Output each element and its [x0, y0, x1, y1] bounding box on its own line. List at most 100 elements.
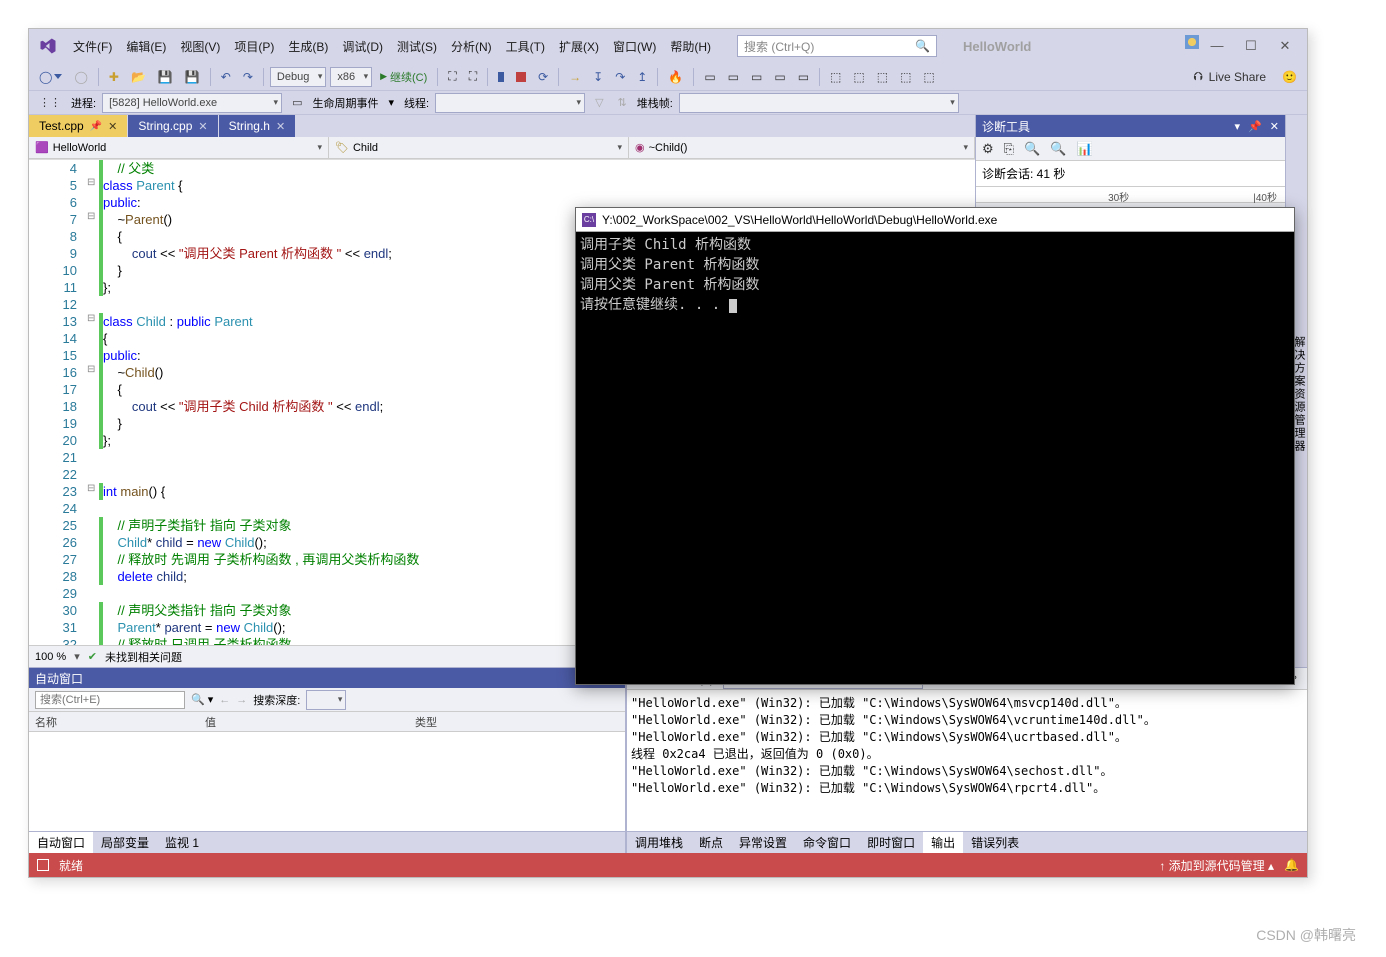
threads-icon[interactable]: ⇅	[614, 94, 631, 111]
open-icon[interactable]: 📂	[127, 68, 150, 86]
depth-dropdown[interactable]	[306, 690, 346, 710]
thread-dropdown[interactable]	[435, 93, 585, 113]
step-out-icon[interactable]: ↥	[633, 68, 651, 86]
menu-item[interactable]: 分析(N)	[445, 34, 498, 59]
nav-class-dropdown[interactable]: 🏷Child	[329, 137, 629, 158]
save-all-icon[interactable]: 💾	[181, 68, 204, 86]
save-icon[interactable]: 💾	[154, 68, 177, 86]
layout-4-icon[interactable]: ▭	[770, 68, 789, 86]
panel-tab[interactable]: 命令窗口	[795, 832, 859, 853]
panel-tab[interactable]: 断点	[691, 832, 731, 853]
reset-zoom-icon[interactable]: 📊	[1076, 141, 1092, 157]
console-title-bar[interactable]: C:\ Y:\002_WorkSpace\002_VS\HelloWorld\H…	[576, 208, 1294, 232]
zoom-in-icon[interactable]: 🔍	[1024, 141, 1040, 157]
gear-icon[interactable]: ⚙	[982, 141, 994, 157]
new-project-icon[interactable]: ✚	[105, 68, 123, 86]
process-icon[interactable]: ⛶	[444, 67, 460, 86]
menu-item[interactable]: 项目(P)	[228, 34, 280, 59]
col-type[interactable]: 类型	[409, 712, 443, 731]
autos-search-input[interactable]	[35, 691, 185, 709]
ext-3-icon[interactable]: ⬚	[873, 68, 892, 86]
col-name[interactable]: 名称	[29, 712, 199, 731]
nav-member-dropdown[interactable]: ◉~Child()	[629, 137, 975, 158]
menu-item[interactable]: 生成(B)	[282, 34, 334, 59]
layout-3-icon[interactable]: ▭	[747, 68, 766, 86]
watermark: CSDN @韩曙亮	[1256, 925, 1356, 945]
feedback-icon[interactable]: 🙂	[1278, 68, 1301, 86]
stack-dropdown[interactable]	[679, 93, 959, 113]
nav-scope-dropdown[interactable]: 🟪HelloWorld	[29, 137, 329, 158]
menu-item[interactable]: 帮助(H)	[664, 34, 717, 59]
output-panel: 显示输出来源(S): 调试 ≡ ≡ ≡ ✖ ↩ "HelloWorld.exe"…	[627, 668, 1307, 853]
search-icon[interactable]: 🔍 ▾	[191, 693, 213, 706]
panel-tab[interactable]: 异常设置	[731, 832, 795, 853]
panel-tab[interactable]: 自动窗口	[29, 832, 93, 853]
attach-icon[interactable]: ⛶	[465, 67, 481, 86]
console-window[interactable]: C:\ Y:\002_WorkSpace\002_VS\HelloWorld\H…	[575, 207, 1295, 685]
panel-tab[interactable]: 监视 1	[157, 832, 207, 853]
menu-item[interactable]: 视图(V)	[174, 34, 226, 59]
menu-item[interactable]: 编辑(E)	[120, 34, 172, 59]
quick-search-box[interactable]: 搜索 (Ctrl+Q) 🔍	[737, 35, 937, 57]
close-panel-icon[interactable]: ✕	[1270, 120, 1279, 133]
menu-item[interactable]: 窗口(W)	[607, 34, 662, 59]
hot-reload-icon[interactable]: 🔥	[664, 68, 687, 86]
undo-icon[interactable]: ↶	[217, 68, 235, 86]
exit-icon[interactable]: ⎘	[1004, 141, 1014, 157]
notifications-icon[interactable]: 🔔	[1284, 858, 1299, 872]
redo-icon[interactable]: ↷	[239, 68, 257, 86]
ext-2-icon[interactable]: ⬚	[849, 68, 868, 86]
document-tab[interactable]: String.h✕	[219, 115, 297, 137]
pin-icon[interactable]: 📌	[1248, 120, 1262, 133]
maximize-button[interactable]: ☐	[1235, 35, 1267, 57]
grip-icon[interactable]: ⋮⋮	[35, 94, 65, 111]
output-text[interactable]: "HelloWorld.exe" (Win32): 已加载 "C:\Window…	[627, 690, 1307, 831]
zoom-level[interactable]: 100 %	[35, 651, 66, 663]
layout-5-icon[interactable]: ▭	[794, 68, 813, 86]
source-control-button[interactable]: ↑ 添加到源代码管理 ▴	[1159, 857, 1274, 874]
ext-4-icon[interactable]: ⬚	[896, 68, 915, 86]
continue-button[interactable]: 继续(C)	[376, 67, 431, 87]
panel-tab[interactable]: 局部变量	[93, 832, 157, 853]
menu-item[interactable]: 调试(D)	[336, 34, 389, 59]
document-tab[interactable]: Test.cpp📌✕	[29, 115, 128, 137]
config-dropdown[interactable]: Debug	[270, 67, 326, 87]
user-icon[interactable]	[1185, 35, 1199, 49]
back-button[interactable]: ◯	[35, 68, 66, 86]
layout-1-icon[interactable]: ▭	[700, 68, 719, 86]
ext-1-icon[interactable]: ⬚	[826, 68, 845, 86]
lifecycle-icon[interactable]: ▭	[288, 94, 306, 111]
autos-columns: 名称 值 类型	[29, 712, 625, 732]
forward-button[interactable]: ◯	[70, 68, 91, 86]
restart-icon[interactable]: ⟳	[534, 68, 552, 86]
menu-item[interactable]: 文件(F)	[67, 34, 118, 59]
menu-item[interactable]: 工具(T)	[500, 34, 551, 59]
panel-tab[interactable]: 即时窗口	[859, 832, 923, 853]
process-dropdown[interactable]: [5828] HelloWorld.exe	[102, 93, 282, 113]
panel-tab[interactable]: 调用堆栈	[627, 832, 691, 853]
menu-item[interactable]: 测试(S)	[391, 34, 443, 59]
panel-tab[interactable]: 输出	[923, 832, 963, 853]
filter-icon[interactable]: ▽	[591, 94, 607, 111]
document-tab[interactable]: String.cpp✕	[128, 115, 218, 137]
pause-icon[interactable]	[494, 70, 508, 84]
zoom-out-icon[interactable]: 🔍	[1050, 141, 1066, 157]
console-body: 调用子类 Child 析构函数 调用父类 Parent 析构函数 调用父类 Pa…	[576, 232, 1294, 684]
stop-icon[interactable]	[512, 70, 530, 84]
dropdown-icon[interactable]: ▾	[1235, 120, 1241, 133]
platform-dropdown[interactable]: x86	[330, 67, 372, 87]
minimize-button[interactable]: —	[1201, 35, 1233, 57]
nav-back-icon[interactable]: ←	[219, 694, 230, 706]
step-into-icon[interactable]: ↧	[589, 68, 607, 86]
solution-name: HelloWorld	[955, 36, 1039, 57]
show-next-icon[interactable]: →	[565, 68, 585, 86]
layout-2-icon[interactable]: ▭	[724, 68, 743, 86]
close-button[interactable]: ✕	[1269, 35, 1301, 57]
nav-fwd-icon[interactable]: →	[236, 694, 247, 706]
ext-5-icon[interactable]: ⬚	[919, 68, 938, 86]
step-over-icon[interactable]: ↷	[611, 68, 629, 86]
menu-item[interactable]: 扩展(X)	[553, 34, 605, 59]
col-value[interactable]: 值	[199, 712, 409, 731]
live-share-button[interactable]: ⮉ Live Share	[1186, 67, 1275, 86]
panel-tab[interactable]: 错误列表	[963, 832, 1027, 853]
